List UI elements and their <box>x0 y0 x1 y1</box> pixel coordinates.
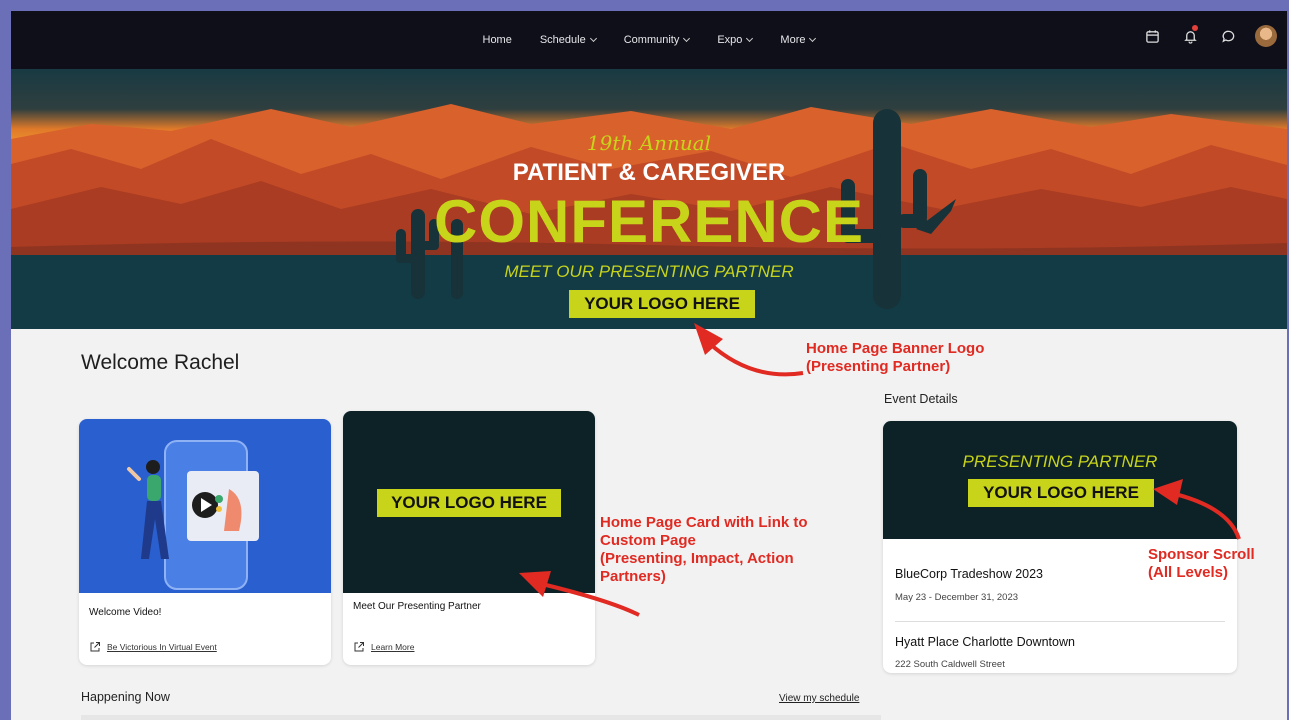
view-schedule-link[interactable]: View my schedule <box>779 693 859 704</box>
happening-now-heading: Happening Now <box>81 690 170 704</box>
sponsor-logo-placeholder: YOUR LOGO HERE <box>968 479 1154 507</box>
card-link[interactable]: Be Victorious In Virtual Event <box>89 641 217 653</box>
calendar-icon[interactable] <box>1141 25 1163 47</box>
nav-item-home[interactable]: Home <box>483 34 512 46</box>
banner-partner-heading: MEET OUR PRESENTING PARTNER <box>504 262 794 281</box>
event-name: BlueCorp Tradeshow 2023 <box>895 567 1044 581</box>
annotation-sponsor-scroll: Sponsor Scroll (All Levels) <box>1148 546 1255 582</box>
venue-address: 222 South Caldwell Street <box>895 659 1005 670</box>
presenting-partner-card[interactable]: YOUR LOGO HERE Meet Our Presenting Partn… <box>343 411 595 665</box>
annotation-line: Sponsor Scroll <box>1148 546 1255 563</box>
external-link-icon <box>354 642 364 652</box>
card-link-label: Be Victorious In Virtual Event <box>107 642 217 652</box>
notification-dot <box>1192 25 1198 31</box>
annotation-line: Home Page Card with Link to <box>600 514 808 531</box>
nav-item-label: Community <box>623 34 680 46</box>
partner-logo-placeholder: YOUR LOGO HERE <box>377 489 561 517</box>
annotation-line: (Presenting Partner) <box>806 358 951 375</box>
event-dates: May 23 - December 31, 2023 <box>895 592 1019 603</box>
banner-title-line1: PATIENT & CAREGIVER <box>512 159 786 186</box>
top-nav: Home Schedule Community Expo More <box>11 11 1287 69</box>
annotation-line: Partners) <box>600 568 666 585</box>
happening-now-row <box>81 715 881 720</box>
video-illustration <box>127 440 259 590</box>
annotation-line: (Presenting, Impact, Action <box>600 550 794 567</box>
annotation-line: Custom Page <box>600 532 696 549</box>
sponsor-scroll[interactable]: PRESENTING PARTNER YOUR LOGO HERE <box>883 421 1237 539</box>
banner-title-line2: CONFERENCE <box>433 188 865 255</box>
chevron-down-icon <box>683 34 691 43</box>
chat-icon[interactable] <box>1217 25 1239 47</box>
chevron-down-icon <box>809 34 817 43</box>
banner-logo-placeholder: YOUR LOGO HERE <box>569 290 755 318</box>
welcome-video-card[interactable]: Welcome Video! Be Victorious In Virtual … <box>79 419 331 665</box>
chevron-down-icon <box>746 34 754 43</box>
nav-icons <box>1141 25 1277 47</box>
partner-card-banner: YOUR LOGO HERE <box>343 411 595 593</box>
nav-item-schedule[interactable]: Schedule <box>539 34 597 46</box>
welcome-heading: Welcome Rachel <box>81 351 240 374</box>
annotation-home-card: Home Page Card with Link to Custom Page … <box>600 514 808 586</box>
nav-item-community[interactable]: Community <box>623 34 691 46</box>
banner-annual: 19th Annual <box>586 131 712 155</box>
venue-name: Hyatt Place Charlotte Downtown <box>895 635 1075 649</box>
video-thumbnail[interactable] <box>79 419 331 593</box>
avatar[interactable] <box>1255 25 1277 47</box>
banner-text: 19th Annual PATIENT & CAREGIVER CONFEREN… <box>11 69 1287 329</box>
event-details-label: Event Details <box>884 392 958 406</box>
sponsor-heading: PRESENTING PARTNER <box>962 452 1158 471</box>
card-title: Meet Our Presenting Partner <box>353 601 481 612</box>
nav-item-expo[interactable]: Expo <box>717 34 754 46</box>
app-frame: Home Schedule Community Expo More 19th A… <box>11 11 1287 720</box>
nav-item-label: More <box>780 34 806 46</box>
divider <box>895 621 1225 622</box>
card-link[interactable]: Learn More <box>353 641 414 653</box>
bell-icon[interactable] <box>1179 25 1201 47</box>
chevron-down-icon <box>589 34 597 43</box>
nav-item-label: Schedule <box>539 34 586 46</box>
annotation-banner-logo: Home Page Banner Logo (Presenting Partne… <box>806 340 984 376</box>
external-link-icon <box>90 642 100 652</box>
nav-item-more[interactable]: More <box>780 34 817 46</box>
nav-links: Home Schedule Community Expo More <box>483 34 817 46</box>
card-title: Welcome Video! <box>89 607 162 618</box>
home-banner: 19th Annual PATIENT & CAREGIVER CONFEREN… <box>11 69 1287 329</box>
nav-item-label: Expo <box>717 34 743 46</box>
nav-item-label: Home <box>482 34 512 46</box>
annotation-line: (All Levels) <box>1148 564 1229 581</box>
card-link-label: Learn More <box>371 642 415 652</box>
annotation-line: Home Page Banner Logo <box>806 340 985 357</box>
